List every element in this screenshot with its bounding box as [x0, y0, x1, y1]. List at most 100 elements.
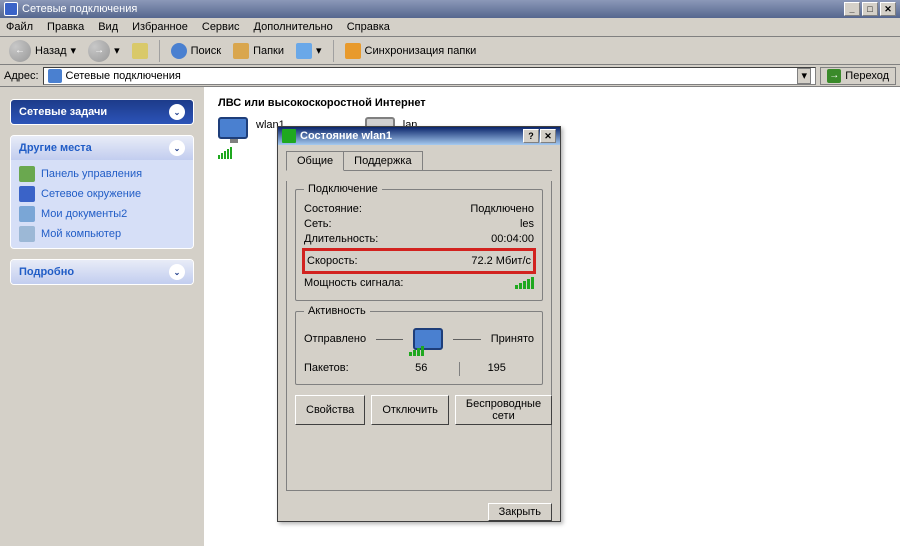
separator — [333, 40, 334, 62]
sidebar-item-label: Сетевое окружение — [41, 188, 141, 200]
divider — [453, 339, 480, 340]
folder-up-icon — [132, 43, 148, 59]
received-label: Принято — [491, 333, 534, 345]
go-arrow-icon: → — [827, 69, 841, 83]
chevron-collapse-icon: ⌄ — [169, 140, 185, 156]
signal-bars-icon — [515, 277, 534, 289]
state-label: Состояние: — [304, 203, 362, 215]
address-input[interactable]: Сетевые подключения ▾ — [43, 67, 817, 85]
wifi-connection-icon — [218, 117, 252, 151]
help-button[interactable]: ? — [523, 129, 539, 143]
toolbar: ← Назад ▾ → ▾ Поиск Папки ▾ Синхронизаци… — [0, 37, 900, 65]
panel-header[interactable]: Сетевые задачи ⌄ — [11, 100, 193, 124]
maximize-button[interactable]: □ — [862, 2, 878, 16]
menu-help[interactable]: Справка — [347, 21, 390, 33]
sidebar-item-documents[interactable]: Мои документы2 — [19, 206, 185, 222]
search-label: Поиск — [191, 45, 221, 57]
minimize-button[interactable]: _ — [844, 2, 860, 16]
sidebar-item-label: Мой компьютер — [41, 228, 121, 240]
sent-label: Отправлено — [304, 333, 366, 345]
up-button[interactable] — [127, 40, 153, 62]
panel-icon — [19, 166, 35, 182]
window-title: Сетевые подключения — [22, 3, 137, 15]
menu-edit[interactable]: Правка — [47, 21, 84, 33]
packets-sent-value: 56 — [384, 362, 459, 376]
folders-label: Папки — [253, 45, 284, 57]
packet-stats: Пакетов: 56 195 — [304, 362, 534, 376]
sidebar-item-label: Панель управления — [41, 168, 142, 180]
connection-wlan1[interactable]: wlan1 — [218, 117, 285, 151]
sync-icon — [345, 43, 361, 59]
packets-label: Пакетов: — [304, 362, 384, 376]
back-label: Назад — [35, 45, 67, 57]
speed-highlight: Скорость: 72.2 Мбит/с — [302, 248, 536, 274]
forward-icon: → — [88, 40, 110, 62]
close-dialog-button[interactable]: Закрыть — [488, 503, 552, 521]
sidebar: Сетевые задачи ⌄ Другие места ⌄ Панель у… — [0, 87, 204, 546]
app-icon — [4, 2, 18, 16]
forward-button[interactable]: → ▾ — [83, 40, 125, 62]
back-button[interactable]: ← Назад ▾ — [4, 40, 81, 62]
address-value: Сетевые подключения — [66, 70, 794, 82]
activity-icon — [413, 328, 443, 350]
folder-icon — [19, 206, 35, 222]
panel-title: Подробно — [19, 266, 74, 278]
views-button[interactable]: ▾ — [291, 40, 327, 62]
speed-value: 72.2 Мбит/с — [471, 255, 531, 267]
folders-button[interactable]: Папки — [228, 40, 289, 62]
chevron-down-icon: ▾ — [316, 44, 322, 57]
sidebar-item-label: Мои документы2 — [41, 208, 127, 220]
network-icon — [19, 186, 35, 202]
section-header: ЛВС или высокоскоростной Интернет — [218, 97, 890, 109]
separator — [159, 40, 160, 62]
window-titlebar: Сетевые подключения _ □ ✕ — [0, 0, 900, 18]
packets-received-value: 195 — [460, 362, 535, 376]
sync-label: Синхронизация папки — [365, 45, 477, 57]
duration-label: Длительность: — [304, 233, 378, 245]
speed-label: Скорость: — [307, 255, 358, 267]
dialog-buttons: Свойства Отключить Беспроводные сети — [295, 395, 543, 425]
menubar: Файл Правка Вид Избранное Сервис Дополни… — [0, 18, 900, 37]
sidebar-item-network[interactable]: Сетевое окружение — [19, 186, 185, 202]
sidebar-item-controlpanel[interactable]: Панель управления — [19, 166, 185, 182]
computer-icon — [19, 226, 35, 242]
addressbar: Адрес: Сетевые подключения ▾ → Переход — [0, 65, 900, 87]
menu-favorites[interactable]: Избранное — [132, 21, 188, 33]
tab-general[interactable]: Общие — [286, 151, 344, 171]
close-button[interactable]: ✕ — [540, 129, 556, 143]
panel-network-tasks: Сетевые задачи ⌄ — [10, 99, 194, 125]
menu-view[interactable]: Вид — [98, 21, 118, 33]
address-dropdown[interactable]: ▾ — [797, 68, 811, 84]
disable-button[interactable]: Отключить — [371, 395, 449, 425]
divider — [376, 339, 403, 340]
wireless-networks-button[interactable]: Беспроводные сети — [455, 395, 552, 425]
dialog-titlebar[interactable]: Состояние wlan1 ? ✕ — [278, 127, 560, 145]
properties-button[interactable]: Свойства — [295, 395, 365, 425]
chevron-down-icon: ▾ — [114, 44, 120, 57]
sidebar-item-computer[interactable]: Мой компьютер — [19, 226, 185, 242]
go-button[interactable]: → Переход — [820, 67, 896, 85]
panel-details: Подробно ⌄ — [10, 259, 194, 285]
views-icon — [296, 43, 312, 59]
group-legend: Подключение — [304, 183, 382, 195]
sync-button[interactable]: Синхронизация папки — [340, 40, 482, 62]
group-activity: Активность Отправлено Принято Пакетов: 5… — [295, 311, 543, 385]
address-label: Адрес: — [4, 70, 39, 82]
panel-title: Другие места — [19, 142, 92, 154]
chevron-expand-icon: ⌄ — [169, 264, 185, 280]
group-legend: Активность — [304, 305, 370, 317]
search-button[interactable]: Поиск — [166, 40, 226, 62]
chevron-down-icon: ▾ — [71, 44, 77, 57]
panel-header[interactable]: Подробно ⌄ — [11, 260, 193, 284]
tab-support[interactable]: Поддержка — [343, 151, 422, 170]
menu-tools[interactable]: Сервис — [202, 21, 240, 33]
network-label: Сеть: — [304, 218, 332, 230]
panel-header[interactable]: Другие места ⌄ — [11, 136, 193, 160]
group-connection: Подключение Состояние:Подключено Сеть:le… — [295, 189, 543, 301]
signal-label: Мощность сигнала: — [304, 277, 403, 289]
menu-file[interactable]: Файл — [6, 21, 33, 33]
network-value: les — [520, 218, 534, 230]
menu-extra[interactable]: Дополнительно — [254, 21, 333, 33]
state-value: Подключено — [470, 203, 534, 215]
close-button[interactable]: ✕ — [880, 2, 896, 16]
